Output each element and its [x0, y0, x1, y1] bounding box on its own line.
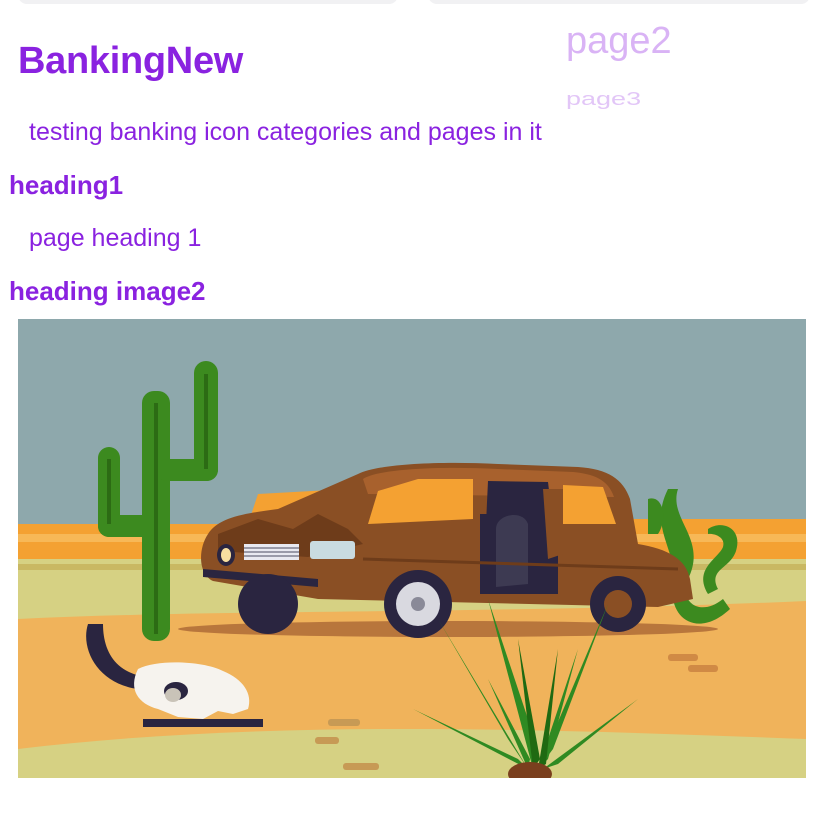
page-subtitle: testing banking icon categories and page…: [29, 118, 542, 146]
desert-car-image: [18, 319, 806, 778]
page-title: BankingNew: [18, 40, 244, 82]
banking-page: BankingNew page2 page3 testing banking i…: [0, 0, 828, 828]
section-body-1: page heading 1: [29, 224, 202, 252]
top-tab-right[interactable]: [428, 0, 810, 4]
top-tab-left[interactable]: [18, 0, 398, 4]
section-heading-2: heading image2: [9, 276, 206, 306]
page2-link[interactable]: page2: [566, 20, 672, 63]
page3-link[interactable]: page3: [566, 88, 641, 110]
desert-scene-svg: [18, 319, 806, 778]
section-heading-1: heading1: [9, 170, 124, 200]
